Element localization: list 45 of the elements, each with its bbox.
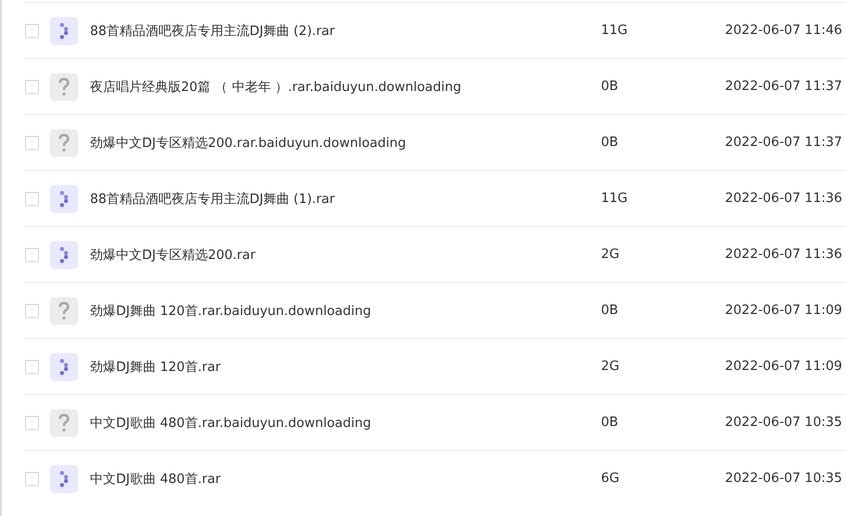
file-size: 6G — [601, 471, 620, 486]
file-name[interactable]: 劲爆中文DJ专区精选200.rar.baiduyun.downloading — [90, 134, 601, 152]
archive-file-icon — [50, 184, 78, 212]
file-name[interactable]: 劲爆DJ舞曲 120首.rar.baiduyun.downloading — [90, 302, 601, 320]
modified-date: 2022-06-07 11:46 — [725, 23, 842, 38]
archive-file-icon — [50, 240, 78, 268]
archive-file-icon — [50, 16, 78, 44]
unknown-file-icon — [50, 296, 78, 324]
checkbox[interactable] — [25, 472, 39, 486]
modified-date: 2022-06-07 11:09 — [725, 303, 842, 318]
file-name[interactable]: 劲爆DJ舞曲 120首.rar — [90, 358, 601, 376]
modified-date: 2022-06-07 10:35 — [725, 471, 842, 486]
file-name[interactable]: 88首精品酒吧夜店专用主流DJ舞曲 (2).rar — [90, 22, 601, 40]
file-size: 2G — [601, 359, 620, 374]
file-size: 0B — [601, 415, 620, 430]
modified-date: 2022-06-07 10:35 — [725, 415, 842, 430]
unknown-file-icon — [50, 72, 78, 100]
unknown-file-icon — [50, 128, 78, 156]
checkbox[interactable] — [25, 248, 39, 262]
file-size: 0B — [601, 79, 620, 94]
checkbox[interactable] — [25, 136, 39, 150]
file-size: 11G — [601, 23, 629, 38]
modified-date: 2022-06-07 11:09 — [725, 359, 842, 374]
file-name[interactable]: 中文DJ歌曲 480首.rar.baiduyun.downloading — [90, 414, 601, 432]
file-size: 11G — [601, 191, 629, 206]
file-name[interactable]: 中文DJ歌曲 480首.rar — [90, 470, 601, 488]
file-name[interactable]: 夜店唱片经典版20篇 （ 中老年 ）.rar.baiduyun.downloading — [90, 78, 601, 96]
modified-date: 2022-06-07 11:36 — [725, 191, 842, 206]
modified-date: 2022-06-07 11:37 — [725, 135, 842, 150]
file-size: 0B — [601, 135, 620, 150]
file-name[interactable]: 88首精品酒吧夜店专用主流DJ舞曲 (1).rar — [90, 190, 601, 208]
file-size: 0B — [601, 303, 620, 318]
checkbox[interactable] — [25, 80, 39, 94]
archive-file-icon — [50, 464, 78, 492]
checkbox[interactable] — [25, 304, 39, 318]
checkbox[interactable] — [25, 192, 39, 206]
file-name[interactable]: 劲爆中文DJ专区精选200.rar — [90, 246, 601, 264]
checkbox[interactable] — [25, 24, 39, 38]
modified-date: 2022-06-07 11:37 — [725, 79, 842, 94]
file-size: 2G — [601, 247, 620, 262]
modified-date: 2022-06-07 11:36 — [725, 247, 842, 262]
checkbox[interactable] — [25, 360, 39, 374]
archive-file-icon — [50, 352, 78, 380]
unknown-file-icon — [50, 408, 78, 436]
checkbox[interactable] — [25, 416, 39, 430]
